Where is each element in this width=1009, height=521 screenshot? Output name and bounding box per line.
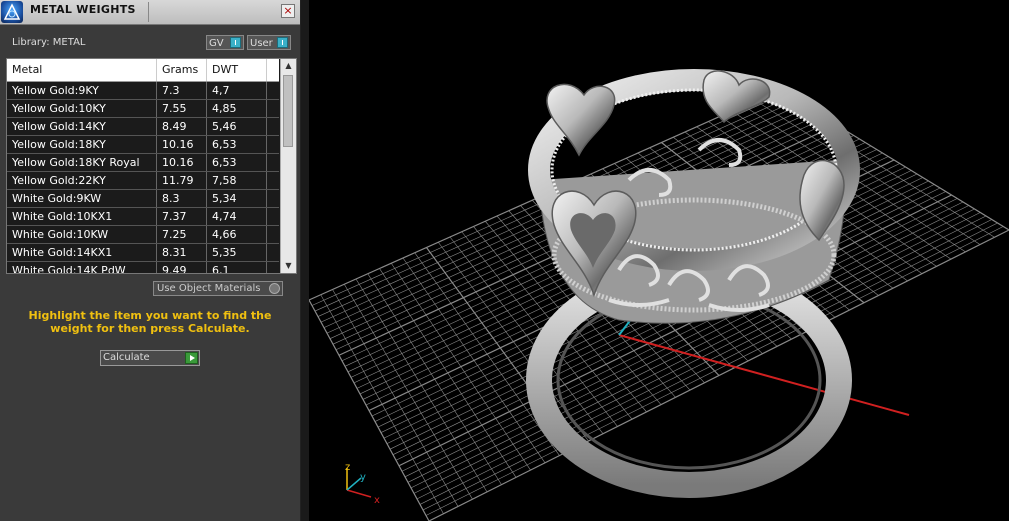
table-body: Yellow Gold:9KY 7.3 4,7 Yellow Gold:10KY 7.5…	[7, 82, 279, 273]
cell-grams: 10.16	[157, 136, 207, 153]
ring-model[interactable]	[526, 69, 860, 498]
cell-grams: 7.25	[157, 226, 207, 243]
cell-dwt: 6,53	[207, 136, 267, 153]
cell-metal: Yellow Gold:9KY	[7, 82, 157, 99]
cell-grams: 10.16	[157, 154, 207, 171]
cell-grams: 7.37	[157, 208, 207, 225]
table-row[interactable]: White Gold:14KX1 8.31 5,35	[7, 244, 279, 262]
cell-grams: 9.49	[157, 262, 207, 273]
user-toggle[interactable]: User	[247, 35, 291, 50]
chevron-down-icon[interactable]: ▼	[281, 259, 296, 273]
cell-grams: 8.49	[157, 118, 207, 135]
scroll-thumb[interactable]	[283, 75, 293, 147]
axis-y-label: y	[360, 472, 366, 483]
table-row[interactable]: Yellow Gold:18KY 10.16 6,53	[7, 136, 279, 154]
app-logo-icon	[1, 1, 23, 23]
cell-dwt: 6,53	[207, 154, 267, 171]
table-row[interactable]: Yellow Gold:9KY 7.3 4,7	[7, 82, 279, 100]
cell-metal: Yellow Gold:18KY Royal	[7, 154, 157, 171]
calculate-button[interactable]: Calculate	[100, 350, 200, 366]
table-row[interactable]: White Gold:9KW 8.3 5,34	[7, 190, 279, 208]
cell-grams: 7.55	[157, 100, 207, 117]
panel-title: METAL WEIGHTS	[30, 3, 136, 16]
user-toggle-label: User	[250, 38, 273, 49]
cell-dwt: 5,35	[207, 244, 267, 261]
table-row[interactable]: Yellow Gold:18KY Royal 10.16 6,53	[7, 154, 279, 172]
axis-z-label: z	[345, 462, 350, 473]
cell-metal: White Gold:10KW	[7, 226, 157, 243]
table-row[interactable]: White Gold:14K PdW 9.49 6,1	[7, 262, 279, 273]
chevron-up-icon[interactable]: ▲	[281, 59, 296, 73]
cell-grams: 8.3	[157, 190, 207, 207]
toggle-knob-icon	[277, 37, 288, 48]
toggle-knob-icon	[230, 37, 241, 48]
table-scrollbar[interactable]: ▲ ▼	[280, 59, 296, 273]
viewport-canvas: z x y	[309, 69, 1009, 521]
cell-metal: White Gold:14K PdW	[7, 262, 157, 273]
cell-metal: Yellow Gold:18KY	[7, 136, 157, 153]
cell-metal: White Gold:9KW	[7, 190, 157, 207]
column-header-grams[interactable]: Grams	[157, 59, 207, 81]
calculate-label: Calculate	[103, 352, 150, 363]
cell-grams: 8.31	[157, 244, 207, 261]
cell-grams: 11.79	[157, 172, 207, 189]
table-row[interactable]: White Gold:10KX1 7.37 4,74	[7, 208, 279, 226]
axis-triad-icon: z x y	[345, 462, 380, 506]
library-label: Library: METAL	[12, 37, 86, 48]
use-object-materials-label: Use Object Materials	[157, 283, 261, 294]
use-object-materials-toggle[interactable]: Use Object Materials	[153, 281, 283, 296]
x-axis-line	[618, 334, 910, 416]
cell-dwt: 4,66	[207, 226, 267, 243]
table-row[interactable]: Yellow Gold:10KY 7.55 4,85	[7, 100, 279, 118]
cell-dwt: 4,85	[207, 100, 267, 117]
cell-dwt: 5,34	[207, 190, 267, 207]
table-row[interactable]: White Gold:10KW 7.25 4,66	[7, 226, 279, 244]
gv-toggle[interactable]: GV	[206, 35, 244, 50]
table-header: Metal Grams DWT	[7, 59, 279, 82]
cell-metal: White Gold:14KX1	[7, 244, 157, 261]
cell-metal: Yellow Gold:14KY	[7, 118, 157, 135]
cell-dwt: 4,7	[207, 82, 267, 99]
cell-dwt: 7,58	[207, 172, 267, 189]
axis-x-label: x	[374, 495, 380, 506]
metal-weights-panel: METAL WEIGHTS × Library: METAL GV User M…	[0, 0, 301, 521]
panel-titlebar: METAL WEIGHTS ×	[0, 0, 300, 25]
instruction-text: Highlight the item you want to find the …	[28, 309, 272, 335]
cell-metal: Yellow Gold:22KY	[7, 172, 157, 189]
gv-toggle-label: GV	[209, 38, 224, 49]
table-row[interactable]: Yellow Gold:22KY 11.79 7,58	[7, 172, 279, 190]
table-row[interactable]: Yellow Gold:14KY 8.49 5,46	[7, 118, 279, 136]
column-header-metal[interactable]: Metal	[7, 59, 157, 81]
splitter[interactable]	[301, 0, 309, 521]
cell-dwt: 4,74	[207, 208, 267, 225]
title-separator	[148, 2, 149, 22]
cell-grams: 7.3	[157, 82, 207, 99]
cell-metal: Yellow Gold:10KY	[7, 100, 157, 117]
3d-viewport[interactable]: z x y	[309, 0, 1009, 521]
metal-table: Metal Grams DWT Yellow Gold:9KY 7.3 4,7 Yel…	[6, 58, 297, 274]
cell-metal: White Gold:10KX1	[7, 208, 157, 225]
column-header-dwt[interactable]: DWT	[207, 59, 267, 81]
cell-dwt: 6,1	[207, 262, 267, 273]
play-arrow-icon	[185, 352, 198, 364]
cell-dwt: 5,46	[207, 118, 267, 135]
radio-icon	[269, 283, 280, 294]
close-icon[interactable]: ×	[281, 4, 295, 18]
